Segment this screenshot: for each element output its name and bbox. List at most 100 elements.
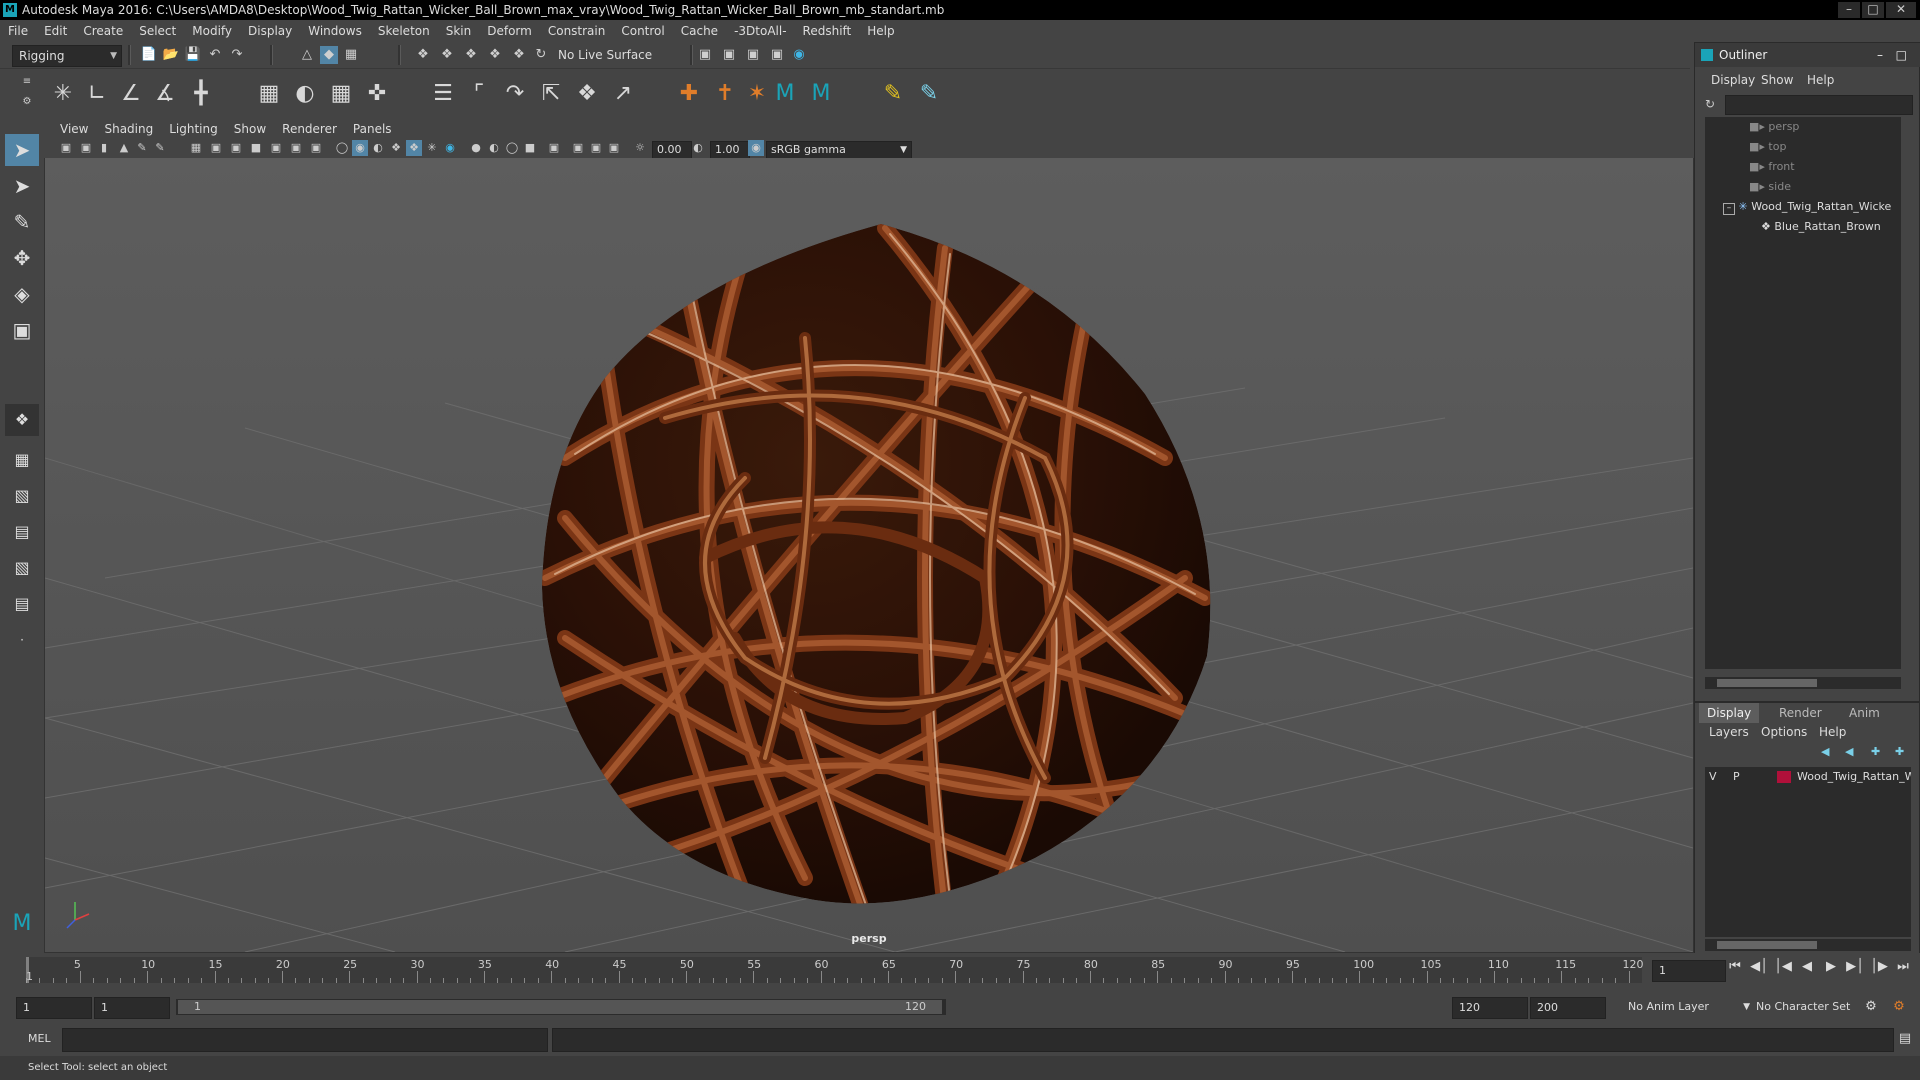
toolbox-more-icon[interactable]: · [5,624,39,656]
rigid-bind-icon[interactable]: ◐ [290,79,320,109]
gate-mask-icon[interactable]: ■ [248,140,264,156]
layer-visibility-toggle[interactable]: V [1709,767,1717,787]
wireframe-icon[interactable]: ◯ [334,140,350,156]
ik-spline-icon[interactable]: ∠ [116,79,146,109]
scroll-thumb[interactable] [1717,941,1817,949]
locator-icon[interactable]: ✚ [674,79,704,109]
joint-tool-icon[interactable]: ✳ [48,79,78,109]
menu-help[interactable]: Help [859,20,902,42]
range-slider[interactable]: 1 120 [176,999,946,1015]
render-settings-icon[interactable]: ▣ [696,46,714,64]
outliner-item-top[interactable]: ■▸ top [1705,137,1920,157]
snap-view-plane-icon[interactable]: ❖ [510,46,528,64]
viewport-scene[interactable]: persp [45,158,1693,952]
paint-weights-icon[interactable]: ✎ [878,79,908,109]
bookmark-icon[interactable]: ▮ [96,140,112,156]
menu-constrain[interactable]: Constrain [540,20,614,42]
character-set-dropdown[interactable]: No Character Set [1750,997,1874,1017]
step-back-key-icon[interactable]: │◀ [1774,957,1792,977]
two-d-pan-icon[interactable]: ✎ [152,140,168,156]
single-perspective-layout-icon[interactable]: ❖ [5,404,39,436]
motion-blur-icon[interactable]: ● [468,140,484,156]
snap-projected-icon[interactable]: ❖ [486,46,504,64]
select-tool-icon[interactable]: ➤ [5,134,39,166]
grease-pencil-icon[interactable]: ✎ [134,140,150,156]
outliner-menu-show[interactable]: Show [1761,73,1793,87]
insert-joint-icon[interactable]: ∡ [150,79,180,109]
rotate-tool-icon[interactable]: ◈ [5,278,39,310]
scroll-thumb[interactable] [1717,679,1817,687]
go-to-end-icon[interactable]: ⏭ [1894,957,1912,977]
menu-file[interactable]: File [0,20,36,42]
layer-playback-toggle[interactable]: P [1733,767,1740,787]
smooth-bind-icon[interactable]: ▦ [254,79,284,109]
human-ik-icon[interactable]: M [770,79,800,109]
outliner-persp-graph-layout-icon[interactable]: ▤ [5,588,39,620]
menu-3dtoall[interactable]: -3DtoAll- [726,20,794,42]
select-component-icon[interactable]: ▦ [342,46,360,64]
use-all-lights-icon[interactable]: ❖ [406,140,422,156]
persp-hypershade-layout-icon[interactable]: ▧ [5,552,39,584]
outliner-item-persp[interactable]: ■▸ persp [1705,117,1920,137]
maximize-icon[interactable]: □ [1896,43,1907,67]
snap-grid-icon[interactable]: ❖ [414,46,432,64]
view-transform-dropdown[interactable]: sRGB gamma ▼ [766,141,912,159]
menu-select[interactable]: Select [131,20,184,42]
menu-cache[interactable]: Cache [673,20,726,42]
grid-toggle-icon[interactable]: ▦ [188,140,204,156]
move-layer-up-icon[interactable]: ◀ [1821,745,1829,758]
color-management-icon[interactable]: ◉ [748,140,764,156]
play-backwards-icon[interactable]: ◀ [1798,957,1816,977]
wireframe-on-shaded-icon[interactable]: ◐ [370,140,386,156]
xray-components-icon[interactable]: ▣ [588,140,604,156]
anim-layer-dropdown[interactable]: No Anim Layer ▼ [1622,997,1752,1017]
command-input[interactable] [62,1028,548,1052]
layer-color-swatch[interactable] [1777,771,1791,783]
outliner-menu-help[interactable]: Help [1807,73,1834,87]
locator-joint-icon[interactable]: ✝ [710,79,740,109]
make-live-icon[interactable]: ↻ [532,46,550,64]
menu-control[interactable]: Control [613,20,672,42]
parent-constraint-icon[interactable]: ☰ [428,79,458,109]
redo-icon[interactable]: ↷ [228,46,246,64]
shelf-options-icon[interactable]: ≡ [18,73,36,91]
point-constraint-icon[interactable]: ⌜ [464,79,494,109]
render-view-icon[interactable]: ▣ [768,46,786,64]
save-scene-icon[interactable]: 💾 [184,46,202,64]
undo-icon[interactable]: ↶ [206,46,224,64]
lattice-icon[interactable]: ▦ [326,79,356,109]
vp-menu-view[interactable]: View [52,118,96,140]
hypershade-icon[interactable]: ◉ [790,46,808,64]
snap-curve-icon[interactable]: ❖ [438,46,456,64]
range-slider-handle[interactable]: 1 120 [178,1000,942,1014]
shadows-icon[interactable]: ✳ [424,140,440,156]
four-view-layout-icon[interactable]: ▦ [5,444,39,476]
layer-tab-display[interactable]: Display [1699,703,1760,723]
new-scene-icon[interactable]: 📄 [140,46,158,64]
minimize-button[interactable]: – [1838,2,1860,18]
aim-constraint-icon[interactable]: ❖ [572,79,602,109]
backface-culling-icon[interactable]: ▣ [606,140,622,156]
outliner-menu-display[interactable]: Display [1711,73,1755,87]
paint-select-tool-icon[interactable]: ✎ [5,206,39,238]
cluster-icon[interactable]: ✜ [362,79,392,109]
isolate-select-icon[interactable]: ■ [522,140,538,156]
menu-edit[interactable]: Edit [36,20,75,42]
character-controls-icon[interactable]: M [806,79,836,109]
outliner-search-input[interactable] [1725,95,1913,115]
minimize-icon[interactable]: – [1877,43,1883,67]
pole-vector-icon[interactable]: ↗ [608,79,638,109]
exposure-icon[interactable]: ☼ [632,140,648,156]
outliner-item-side[interactable]: ■▸ side [1705,177,1920,197]
field-chart-icon[interactable]: ▣ [268,140,284,156]
mirror-joint-icon[interactable]: ╋ [186,79,216,109]
menu-set-dropdown[interactable]: Rigging ▼ [12,45,122,67]
play-forwards-icon[interactable]: ▶ [1822,957,1840,977]
select-camera-icon[interactable]: ▣ [58,140,74,156]
command-language-label[interactable]: MEL [28,1032,51,1045]
render-frame-icon[interactable]: ▣ [720,46,738,64]
layer-h-scrollbar[interactable] [1705,939,1911,951]
maya-home-icon[interactable]: M [5,908,39,940]
exposure-field[interactable]: 0.00 [652,141,692,159]
snap-point-icon[interactable]: ❖ [462,46,480,64]
